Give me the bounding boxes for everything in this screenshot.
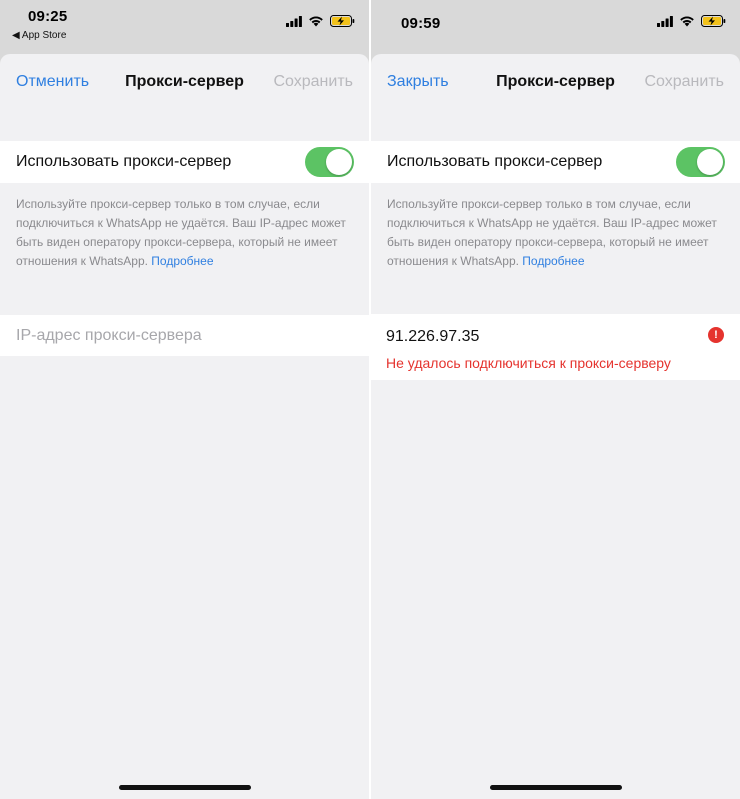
learn-more-link[interactable]: Подробнее: [522, 254, 584, 268]
status-bar: 09:59: [371, 0, 740, 52]
save-button[interactable]: Сохранить: [273, 73, 353, 91]
status-bar: 09:25 ◀ App Store: [0, 0, 369, 52]
navigation-bar: Отменить Прокси-сервер Сохранить: [0, 54, 369, 110]
back-to-app-link[interactable]: ◀ App Store: [12, 30, 66, 41]
cellular-signal-icon: [286, 15, 302, 27]
connection-error-message: Не удалось подключиться к прокси-серверу: [386, 355, 671, 371]
home-indicator[interactable]: [489, 785, 622, 790]
toggle-knob: [697, 149, 723, 175]
status-icons: [286, 15, 355, 27]
battery-charging-icon: [330, 15, 355, 27]
status-time: 09:25: [28, 8, 68, 25]
error-icon: !: [708, 327, 724, 343]
proxy-ip-placeholder: IP-адрес прокси-сервера: [16, 327, 202, 344]
learn-more-link[interactable]: Подробнее: [151, 254, 213, 268]
proxy-settings-sheet: Закрыть Прокси-сервер Сохранить Использо…: [371, 54, 740, 799]
proxy-info-note: Используйте прокси-сервер только в том с…: [387, 195, 726, 271]
wifi-icon: [680, 16, 694, 27]
wifi-icon: [309, 16, 323, 27]
use-proxy-label: Использовать прокси-сервер: [16, 153, 232, 170]
use-proxy-toggle[interactable]: [676, 147, 725, 177]
proxy-info-note: Используйте прокси-сервер только в том с…: [16, 195, 355, 271]
screen-right: 09:59 Закрыть Прокси-сервер Сохранить Ис…: [371, 0, 740, 799]
proxy-settings-sheet: Отменить Прокси-сервер Сохранить Использ…: [0, 54, 369, 799]
cellular-signal-icon: [657, 15, 673, 27]
proxy-ip-value: 91.226.97.35: [386, 328, 480, 345]
toggle-knob: [326, 149, 352, 175]
save-button[interactable]: Сохранить: [644, 73, 724, 91]
use-proxy-row: Использовать прокси-сервер: [0, 141, 369, 183]
battery-charging-icon: [701, 15, 726, 27]
use-proxy-toggle[interactable]: [305, 147, 354, 177]
status-time: 09:59: [401, 15, 441, 32]
status-icons: [657, 15, 726, 27]
home-indicator[interactable]: [118, 785, 251, 790]
screen-left: 09:25 ◀ App Store Отменить Прокси-сервер…: [0, 0, 369, 799]
navigation-bar: Закрыть Прокси-сервер Сохранить: [371, 54, 740, 110]
proxy-ip-field[interactable]: 91.226.97.35 ! Не удалось подключиться к…: [371, 314, 740, 380]
proxy-ip-field[interactable]: IP-адрес прокси-сервера: [0, 315, 369, 356]
use-proxy-row: Использовать прокси-сервер: [371, 141, 740, 183]
use-proxy-label: Использовать прокси-сервер: [387, 153, 603, 170]
